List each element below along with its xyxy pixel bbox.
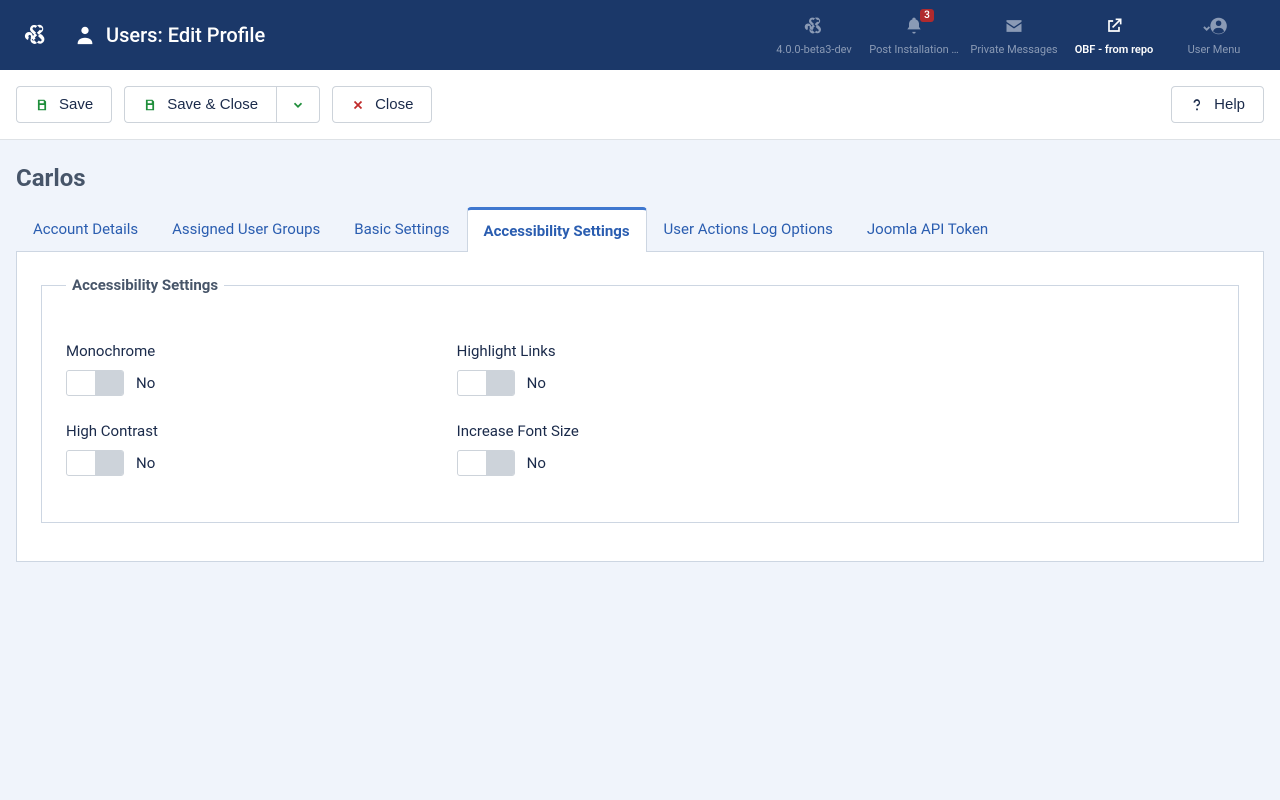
- close-button[interactable]: Close: [332, 86, 432, 123]
- chevron-down-icon: [291, 98, 305, 112]
- header-item-label: 4.0.0-beta3-dev: [776, 43, 852, 56]
- close-label: Close: [375, 96, 413, 113]
- content: Carlos Account DetailsAssigned User Grou…: [0, 140, 1280, 602]
- header-item-label: Post Installation …: [869, 43, 959, 56]
- toggle-value-label: No: [136, 374, 155, 392]
- tabs: Account DetailsAssigned User GroupsBasic…: [16, 206, 1264, 252]
- help-label: Help: [1214, 96, 1245, 113]
- toggle-value-label: No: [527, 454, 546, 472]
- field-label: Monochrome: [66, 342, 433, 360]
- help-icon: [1190, 98, 1204, 112]
- notification-badge: 3: [920, 9, 934, 22]
- tab-panel: Accessibility Settings MonochromeNoHighl…: [16, 252, 1264, 562]
- field-monochrome: Monochrome No: [66, 342, 433, 396]
- save-close-label: Save & Close: [167, 96, 258, 113]
- field-highlight-links: Highlight Links No: [457, 342, 824, 396]
- header-item-label: Private Messages: [970, 43, 1057, 56]
- save-label: Save: [59, 96, 93, 113]
- close-icon: [351, 98, 365, 112]
- header-item-envelope[interactable]: Private Messages: [964, 0, 1064, 70]
- envelope-icon: [1004, 15, 1024, 37]
- field-label: High Contrast: [66, 422, 433, 440]
- fieldset-legend: Accessibility Settings: [66, 276, 224, 294]
- save-close-dropdown[interactable]: [276, 86, 320, 123]
- tab-assigned-user-groups[interactable]: Assigned User Groups: [155, 207, 337, 252]
- save-button[interactable]: Save: [16, 86, 112, 123]
- save-icon: [35, 98, 49, 112]
- page-title: Users: Edit Profile: [106, 23, 265, 47]
- header-item-label: User Menu: [1188, 43, 1241, 56]
- save-close-group: Save & Close: [124, 86, 320, 123]
- save-close-button[interactable]: Save & Close: [124, 86, 276, 123]
- tab-user-actions-log-options[interactable]: User Actions Log Options: [647, 207, 850, 252]
- bell-icon: 3: [904, 15, 924, 37]
- tab-accessibility-settings[interactable]: Accessibility Settings: [467, 207, 647, 252]
- accessibility-fieldset: Accessibility Settings MonochromeNoHighl…: [41, 276, 1239, 523]
- save-icon: [143, 98, 157, 112]
- header-item-user-circle[interactable]: User Menu: [1164, 0, 1264, 70]
- toggle-switch[interactable]: [66, 450, 124, 476]
- external-icon: [1104, 15, 1124, 37]
- header-item-bell[interactable]: 3 Post Installation …: [864, 0, 964, 70]
- fields-grid: MonochromeNoHighlight LinksNoHigh Contra…: [66, 342, 1214, 476]
- toggle-row: No: [66, 450, 433, 476]
- toolbar: Save Save & Close Close Help: [0, 70, 1280, 140]
- joomla-icon: [804, 15, 824, 37]
- toggle-switch[interactable]: [457, 450, 515, 476]
- toggle-switch[interactable]: [457, 370, 515, 396]
- toggle-row: No: [457, 370, 824, 396]
- header-items: 4.0.0-beta3-dev 3 Post Installation … Priva…: [764, 0, 1264, 70]
- help-button[interactable]: Help: [1171, 86, 1264, 123]
- toggle-value-label: No: [527, 374, 546, 392]
- field-label: Highlight Links: [457, 342, 824, 360]
- app-header: Users: Edit Profile 4.0.0-beta3-dev 3 Post…: [0, 0, 1280, 70]
- toggle-row: No: [457, 450, 824, 476]
- toggle-row: No: [66, 370, 433, 396]
- user-circle-icon: [1201, 15, 1227, 37]
- tab-basic-settings[interactable]: Basic Settings: [337, 207, 466, 252]
- user-icon: [74, 24, 96, 46]
- tab-account-details[interactable]: Account Details: [16, 207, 155, 252]
- toggle-switch[interactable]: [66, 370, 124, 396]
- header-item-external[interactable]: OBF - from repo: [1064, 0, 1164, 70]
- header-item-joomla[interactable]: 4.0.0-beta3-dev: [764, 0, 864, 70]
- user-name-title: Carlos: [16, 164, 1264, 192]
- field-increase-font-size: Increase Font Size No: [457, 422, 824, 476]
- header-item-label: OBF - from repo: [1075, 43, 1154, 56]
- tab-joomla-api-token[interactable]: Joomla API Token: [850, 207, 1005, 252]
- field-high-contrast: High Contrast No: [66, 422, 433, 476]
- field-label: Increase Font Size: [457, 422, 824, 440]
- joomla-logo-icon[interactable]: [22, 21, 50, 49]
- toggle-value-label: No: [136, 454, 155, 472]
- title-wrap: Users: Edit Profile: [74, 23, 265, 47]
